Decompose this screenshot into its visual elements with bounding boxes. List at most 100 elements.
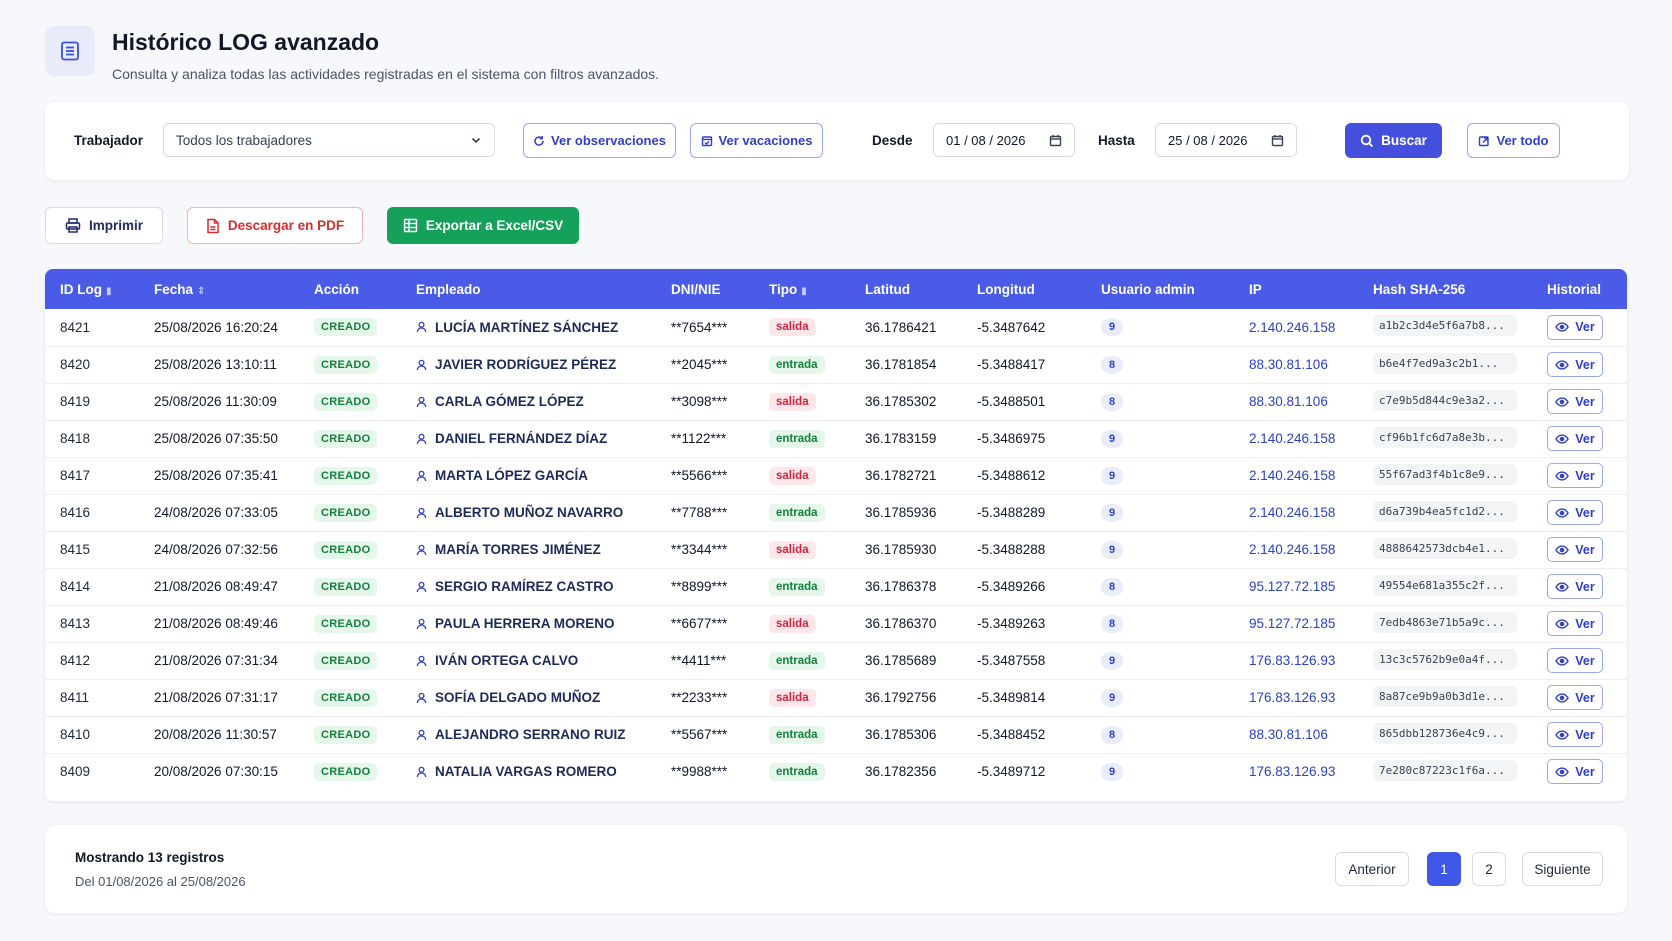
log-id: 8416: [60, 505, 91, 520]
latitud-value: 36.1782356: [865, 764, 937, 780]
refresh-icon: [533, 135, 545, 147]
ver-label: Ver: [1575, 653, 1595, 668]
ver-historial-button[interactable]: Ver: [1547, 500, 1603, 525]
log-fecha: 20/08/2026 11:30:57: [154, 727, 277, 742]
empleado-name: ALEJANDRO SERRANO RUIZ: [435, 727, 626, 742]
column-fecha[interactable]: Fecha ⇕: [139, 269, 299, 309]
log-id: 8414: [60, 579, 91, 594]
desde-date-value: 01 / 08 / 2026: [946, 132, 1026, 148]
accion-badge: CREADO: [314, 429, 378, 448]
hasta-date-input[interactable]: 25 / 08 / 2026: [1155, 123, 1297, 157]
table-row: 8413 21/08/2026 08:49:46 CREADO PAULA HERRE…: [45, 605, 1627, 642]
spreadsheet-icon: [403, 218, 418, 233]
page-1-button[interactable]: 1: [1427, 852, 1461, 886]
ver-historial-button[interactable]: Ver: [1547, 463, 1603, 488]
accion-badge: CREADO: [314, 725, 378, 744]
sort-icon[interactable]: ⇕: [197, 286, 205, 297]
user-icon: [416, 544, 427, 556]
log-id: 8411: [60, 690, 90, 705]
eye-icon: [1555, 618, 1570, 629]
latitud-value: 36.1785930: [865, 542, 937, 557]
log-id: 8420: [60, 357, 91, 372]
ver-historial-button[interactable]: Ver: [1547, 722, 1603, 747]
empleado-name: ALBERTO MUÑOZ NAVARRO: [435, 505, 624, 520]
eye-icon: [1555, 544, 1570, 555]
desde-label: Desde: [872, 133, 913, 148]
imprimir-button[interactable]: Imprimir: [45, 207, 163, 244]
desde-date-input[interactable]: 01 / 08 / 2026: [933, 123, 1075, 157]
ver-historial-button[interactable]: Ver: [1547, 352, 1603, 377]
siguiente-button[interactable]: Siguiente: [1522, 852, 1603, 886]
eye-icon: [1555, 729, 1570, 740]
table-header-row: ID Log ▮ Fecha ⇕ Acción Empleado DNI/NIE T…: [45, 269, 1627, 309]
admin-badge: 9: [1101, 466, 1123, 485]
user-icon: [416, 396, 427, 408]
worker-label: Trabajador: [74, 133, 144, 148]
worker-select[interactable]: Todos los trabajadores: [163, 123, 495, 157]
ver-historial-button[interactable]: Ver: [1547, 314, 1603, 340]
eye-icon: [1555, 322, 1570, 332]
sort-icon[interactable]: ▮: [801, 286, 807, 297]
tipo-badge: salida: [769, 614, 816, 633]
ver-historial-button[interactable]: Ver: [1547, 611, 1603, 636]
empleado-name: MARTA LÓPEZ GARCÍA: [435, 468, 588, 483]
eye-icon: [1555, 767, 1570, 777]
ver-historial-button[interactable]: Ver: [1547, 574, 1603, 599]
ver-historial-button[interactable]: Ver: [1547, 537, 1603, 562]
ver-historial-button[interactable]: Ver: [1547, 648, 1603, 673]
descargar-pdf-button[interactable]: Descargar en PDF: [187, 207, 363, 244]
ver-vacaciones-button[interactable]: Ver vacaciones: [690, 123, 823, 158]
accion-badge: CREADO: [314, 614, 378, 633]
exportar-excel-button[interactable]: Exportar a Excel/CSV: [387, 207, 579, 244]
empleado-name: PAULA HERRERA MORENO: [435, 616, 615, 631]
dni-value: **1122***: [671, 431, 727, 446]
latitud-value: 36.1786378: [865, 579, 937, 594]
tipo-badge: salida: [769, 466, 816, 485]
filter-card: Trabajador Todos los trabajadores Ver ob…: [45, 102, 1629, 180]
column-dni: DNI/NIE: [671, 281, 721, 297]
calendar-icon[interactable]: [1049, 134, 1062, 147]
ver-label: Ver: [1575, 468, 1595, 483]
ver-todo-label: Ver todo: [1496, 133, 1549, 148]
tipo-badge: entrada: [769, 429, 825, 448]
accion-badge: CREADO: [314, 392, 378, 411]
table-row: 8414 21/08/2026 08:49:47 CREADO SERGIO RAMÍ…: [45, 568, 1627, 605]
column-tipo[interactable]: Tipo ▮: [754, 269, 850, 309]
calendar-icon[interactable]: [1271, 134, 1284, 147]
calendar-check-icon: [701, 135, 713, 147]
log-id: 8413: [60, 616, 91, 631]
ver-label: Ver: [1575, 431, 1595, 446]
accion-badge: CREADO: [314, 503, 378, 522]
table-row: 8420 25/08/2026 13:10:11 CREADO JAVIER RODR…: [45, 346, 1627, 383]
column-latitud: Latitud: [865, 281, 910, 297]
anterior-button[interactable]: Anterior: [1335, 852, 1409, 886]
latitud-value: 36.1782721: [865, 468, 937, 483]
ver-label: Ver: [1575, 542, 1595, 557]
ip-value: 88.30.81.106: [1249, 394, 1328, 409]
ver-observaciones-button[interactable]: Ver observaciones: [523, 123, 676, 158]
longitud-value: -5.3488289: [977, 505, 1046, 520]
ver-historial-button[interactable]: Ver: [1547, 759, 1603, 785]
longitud-value: -5.3488288: [977, 542, 1046, 557]
tipo-badge: salida: [769, 318, 816, 337]
admin-badge: 9: [1101, 688, 1123, 707]
ip-value: 2.140.246.158: [1249, 431, 1336, 446]
accion-badge: CREADO: [314, 651, 378, 670]
sort-icon[interactable]: ▮: [106, 286, 112, 297]
column-usuario-admin: Usuario admin: [1101, 281, 1195, 297]
column-id-log[interactable]: ID Log ▮: [45, 269, 139, 309]
tipo-badge: entrada: [769, 762, 825, 781]
tipo-badge: entrada: [769, 503, 825, 522]
ver-todo-button[interactable]: Ver todo: [1467, 123, 1560, 158]
dni-value: **7654***: [671, 319, 728, 335]
empleado-name: DANIEL FERNÁNDEZ DÍAZ: [435, 431, 608, 446]
log-fecha: 25/08/2026 11:30:09: [154, 394, 277, 409]
buscar-button[interactable]: Buscar: [1345, 123, 1442, 158]
ver-historial-button[interactable]: Ver: [1547, 426, 1603, 451]
chevron-down-icon: [470, 134, 482, 146]
ver-historial-button[interactable]: Ver: [1547, 685, 1603, 710]
eye-icon: [1555, 359, 1570, 370]
ver-historial-button[interactable]: Ver: [1547, 389, 1603, 414]
page-2-button[interactable]: 2: [1472, 852, 1506, 886]
exportar-excel-label: Exportar a Excel/CSV: [425, 218, 564, 233]
